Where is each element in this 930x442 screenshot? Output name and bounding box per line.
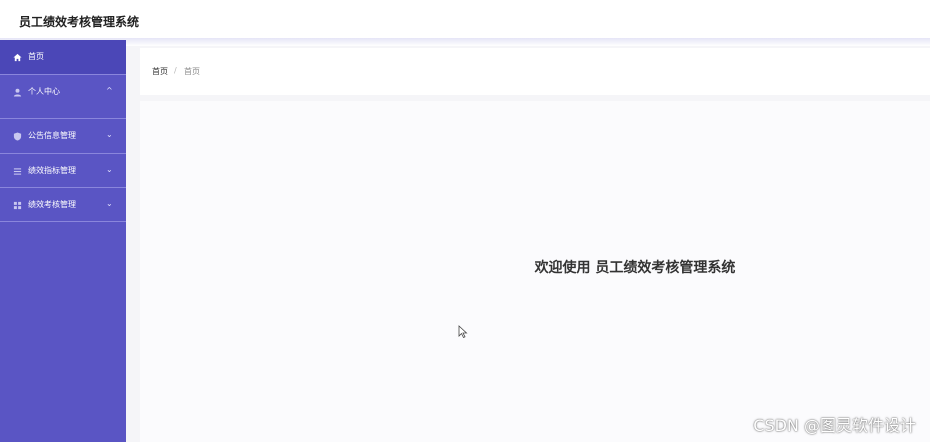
breadcrumb-home-link[interactable]: 首页 [152, 66, 168, 77]
breadcrumb-current: 首页 [184, 67, 200, 76]
breadcrumb-separator: / [174, 66, 177, 75]
sidebar-item-kpi[interactable]: 绩效指标管理 ⌄ [0, 154, 126, 188]
list-icon [13, 168, 22, 175]
sidebar-item-label: 公告信息管理 [28, 131, 76, 140]
top-header: 员工绩效考核管理系统 [0, 0, 930, 40]
chevron-down-icon: ⌄ [106, 165, 113, 174]
sidebar-item-label: 首页 [28, 52, 44, 61]
sidebar-item-label: 个人中心 [28, 87, 60, 96]
shield-icon [13, 132, 22, 141]
sidebar-item-personal-center[interactable]: 个人中心 ^ [0, 75, 126, 109]
chevron-down-icon: ⌄ [106, 199, 113, 208]
chevron-down-icon: ⌄ [106, 130, 113, 139]
main-panel: 欢迎使用 员工绩效考核管理系统 [140, 101, 930, 442]
sidebar-item-appraisal[interactable]: 绩效考核管理 ⌄ [0, 188, 126, 222]
grid-icon [13, 201, 22, 210]
watermark: CSDN @图灵软件设计 [753, 416, 916, 435]
chevron-up-icon: ^ [106, 86, 113, 95]
sidebar-item-announcements[interactable]: 公告信息管理 ⌄ [0, 119, 126, 153]
sidebar: 首页 个人中心 ^ 公告信息管理 ⌄ 绩效指标管理 ⌄ 绩效考核管理 ⌄ [0, 40, 126, 442]
menu-divider [0, 221, 126, 222]
breadcrumb: 首页 / 首页 [140, 48, 930, 95]
home-icon [13, 53, 22, 62]
sidebar-item-label: 绩效指标管理 [28, 166, 76, 175]
user-icon [13, 88, 22, 97]
sidebar-item-label: 绩效考核管理 [28, 200, 76, 209]
welcome-message: 欢迎使用 员工绩效考核管理系统 [534, 260, 736, 276]
app-title: 员工绩效考核管理系统 [19, 15, 140, 29]
sidebar-item-home[interactable]: 首页 [0, 40, 126, 74]
header-shadow [0, 38, 930, 46]
mouse-cursor-icon [458, 325, 468, 339]
